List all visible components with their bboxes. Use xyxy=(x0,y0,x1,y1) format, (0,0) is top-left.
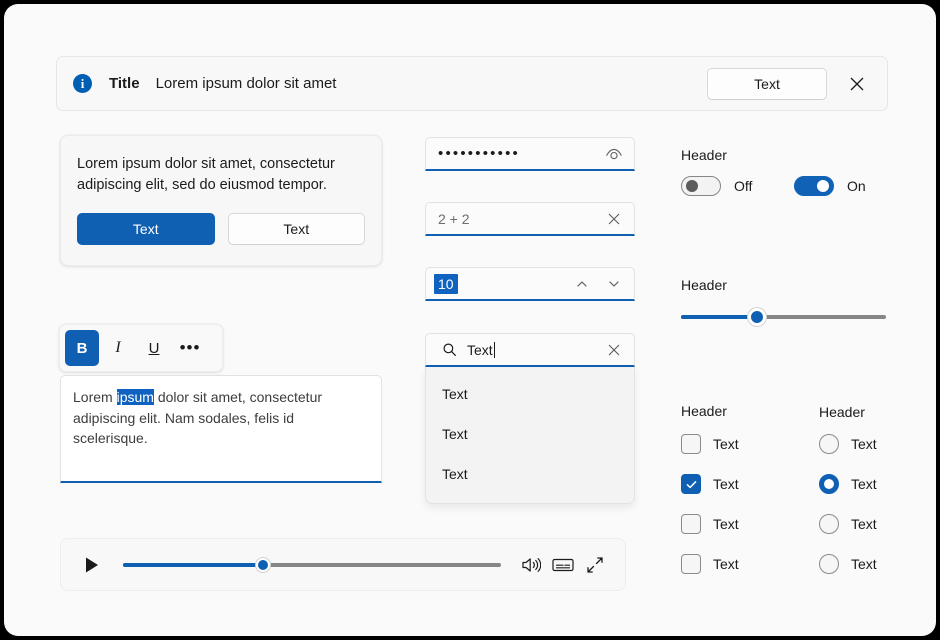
eye-icon[interactable] xyxy=(602,142,626,166)
info-bar-action-button[interactable]: Text xyxy=(707,67,827,100)
chevron-down-icon[interactable] xyxy=(602,272,626,296)
search-input[interactable]: Text xyxy=(425,333,635,367)
checkbox[interactable] xyxy=(681,554,701,574)
checkbox-row[interactable]: Text xyxy=(681,544,739,584)
radio-button[interactable] xyxy=(819,434,839,454)
media-slider-thumb[interactable] xyxy=(255,557,270,572)
toggle-on-row: On xyxy=(794,176,866,196)
number-spinner-field[interactable]: 10 xyxy=(425,267,635,301)
dialog-primary-button[interactable]: Text xyxy=(77,213,215,246)
list-item[interactable]: Text xyxy=(426,374,634,414)
radio-row[interactable]: Text xyxy=(819,504,877,544)
value-slider[interactable] xyxy=(681,307,886,327)
chevron-up-icon[interactable] xyxy=(570,272,594,296)
password-value: ••••••••••• xyxy=(438,145,520,162)
checkbox[interactable] xyxy=(681,514,701,534)
editor-toolbar: B I U ••• xyxy=(59,324,223,372)
dialog-secondary-button[interactable]: Text xyxy=(227,213,365,246)
media-progress-slider[interactable] xyxy=(123,555,501,575)
play-icon[interactable] xyxy=(79,552,105,578)
number-value: 10 xyxy=(434,273,458,294)
dialog-button-row: Text Text xyxy=(77,213,365,246)
rich-text-editor[interactable]: Lorem ipsum dolor sit amet, consectetur … xyxy=(60,375,382,483)
fullscreen-icon[interactable] xyxy=(579,550,611,580)
editor-text-selection: ipsum xyxy=(116,389,154,405)
toggle-off[interactable] xyxy=(681,176,721,196)
search-value: Text xyxy=(467,341,493,358)
bold-button[interactable]: B xyxy=(65,330,99,366)
dialog-card: Lorem ipsum dolor sit amet, consectetur … xyxy=(60,135,382,266)
radio-label: Text xyxy=(851,556,877,572)
checkbox-label: Text xyxy=(713,476,739,492)
radio-label: Text xyxy=(851,516,877,532)
underline-button[interactable]: U xyxy=(137,330,171,366)
slider-thumb[interactable] xyxy=(747,308,766,326)
radio-row[interactable]: Text xyxy=(819,464,877,504)
app-window: i Title Lorem ipsum dolor sit amet Text … xyxy=(4,4,936,636)
checkboxes-header: Header xyxy=(681,403,727,419)
search-icon xyxy=(437,338,461,362)
checkbox-label: Text xyxy=(713,556,739,572)
toggle-knob xyxy=(817,180,829,192)
clear-search-icon[interactable] xyxy=(602,338,626,362)
search-dropdown-list: Text Text Text xyxy=(425,367,635,504)
checkbox-label: Text xyxy=(713,436,739,452)
info-bar: i Title Lorem ipsum dolor sit amet Text xyxy=(56,56,888,111)
checkbox-label: Text xyxy=(713,516,739,532)
checkbox-row[interactable]: Text xyxy=(681,464,739,504)
volume-icon[interactable] xyxy=(515,550,547,580)
search-combobox: Text Text Text Text xyxy=(425,333,635,504)
checkbox[interactable] xyxy=(681,434,701,454)
italic-button[interactable]: I xyxy=(101,330,135,366)
radio-button[interactable] xyxy=(819,514,839,534)
toggle-on-label: On xyxy=(847,178,866,194)
slider-header: Header xyxy=(681,277,727,293)
radio-label: Text xyxy=(851,436,877,452)
more-options-button[interactable]: ••• xyxy=(173,330,207,366)
expression-placeholder: 2 + 2 xyxy=(438,210,470,227)
radios-header: Header xyxy=(819,404,865,420)
checkbox-checked[interactable] xyxy=(681,474,701,494)
slider-track-fill xyxy=(681,315,757,319)
close-icon[interactable] xyxy=(841,68,873,100)
radio-button[interactable] xyxy=(819,554,839,574)
password-field[interactable]: ••••••••••• xyxy=(425,137,635,171)
editor-text-before: Lorem xyxy=(73,389,117,405)
dialog-body-text: Lorem ipsum dolor sit amet, consectetur … xyxy=(77,156,335,193)
checkbox-group: Text Text Text Text xyxy=(681,424,739,584)
toggle-on[interactable] xyxy=(794,176,834,196)
media-player-bar xyxy=(60,538,626,591)
toggle-off-label: Off xyxy=(734,178,753,194)
info-bar-message: Lorem ipsum dolor sit amet xyxy=(155,75,337,92)
captions-icon[interactable] xyxy=(547,550,579,580)
list-item[interactable]: Text xyxy=(426,414,634,454)
clear-expression-icon[interactable] xyxy=(602,207,626,231)
checkbox-row[interactable]: Text xyxy=(681,424,739,464)
radio-button-selected[interactable] xyxy=(819,474,839,494)
text-caret xyxy=(493,341,495,358)
toggle-knob xyxy=(686,180,698,192)
radio-row[interactable]: Text xyxy=(819,544,877,584)
radio-group: Text Text Text Text xyxy=(819,424,877,584)
toggle-off-row: Off xyxy=(681,176,752,196)
radio-label: Text xyxy=(851,476,877,492)
checkbox-row[interactable]: Text xyxy=(681,504,739,544)
info-bar-title: Title xyxy=(109,75,140,92)
toggles-header: Header xyxy=(681,147,727,163)
expression-field[interactable]: 2 + 2 xyxy=(425,202,635,236)
info-icon: i xyxy=(73,74,92,93)
radio-row[interactable]: Text xyxy=(819,424,877,464)
media-track-fill xyxy=(123,562,263,567)
list-item[interactable]: Text xyxy=(426,454,634,494)
